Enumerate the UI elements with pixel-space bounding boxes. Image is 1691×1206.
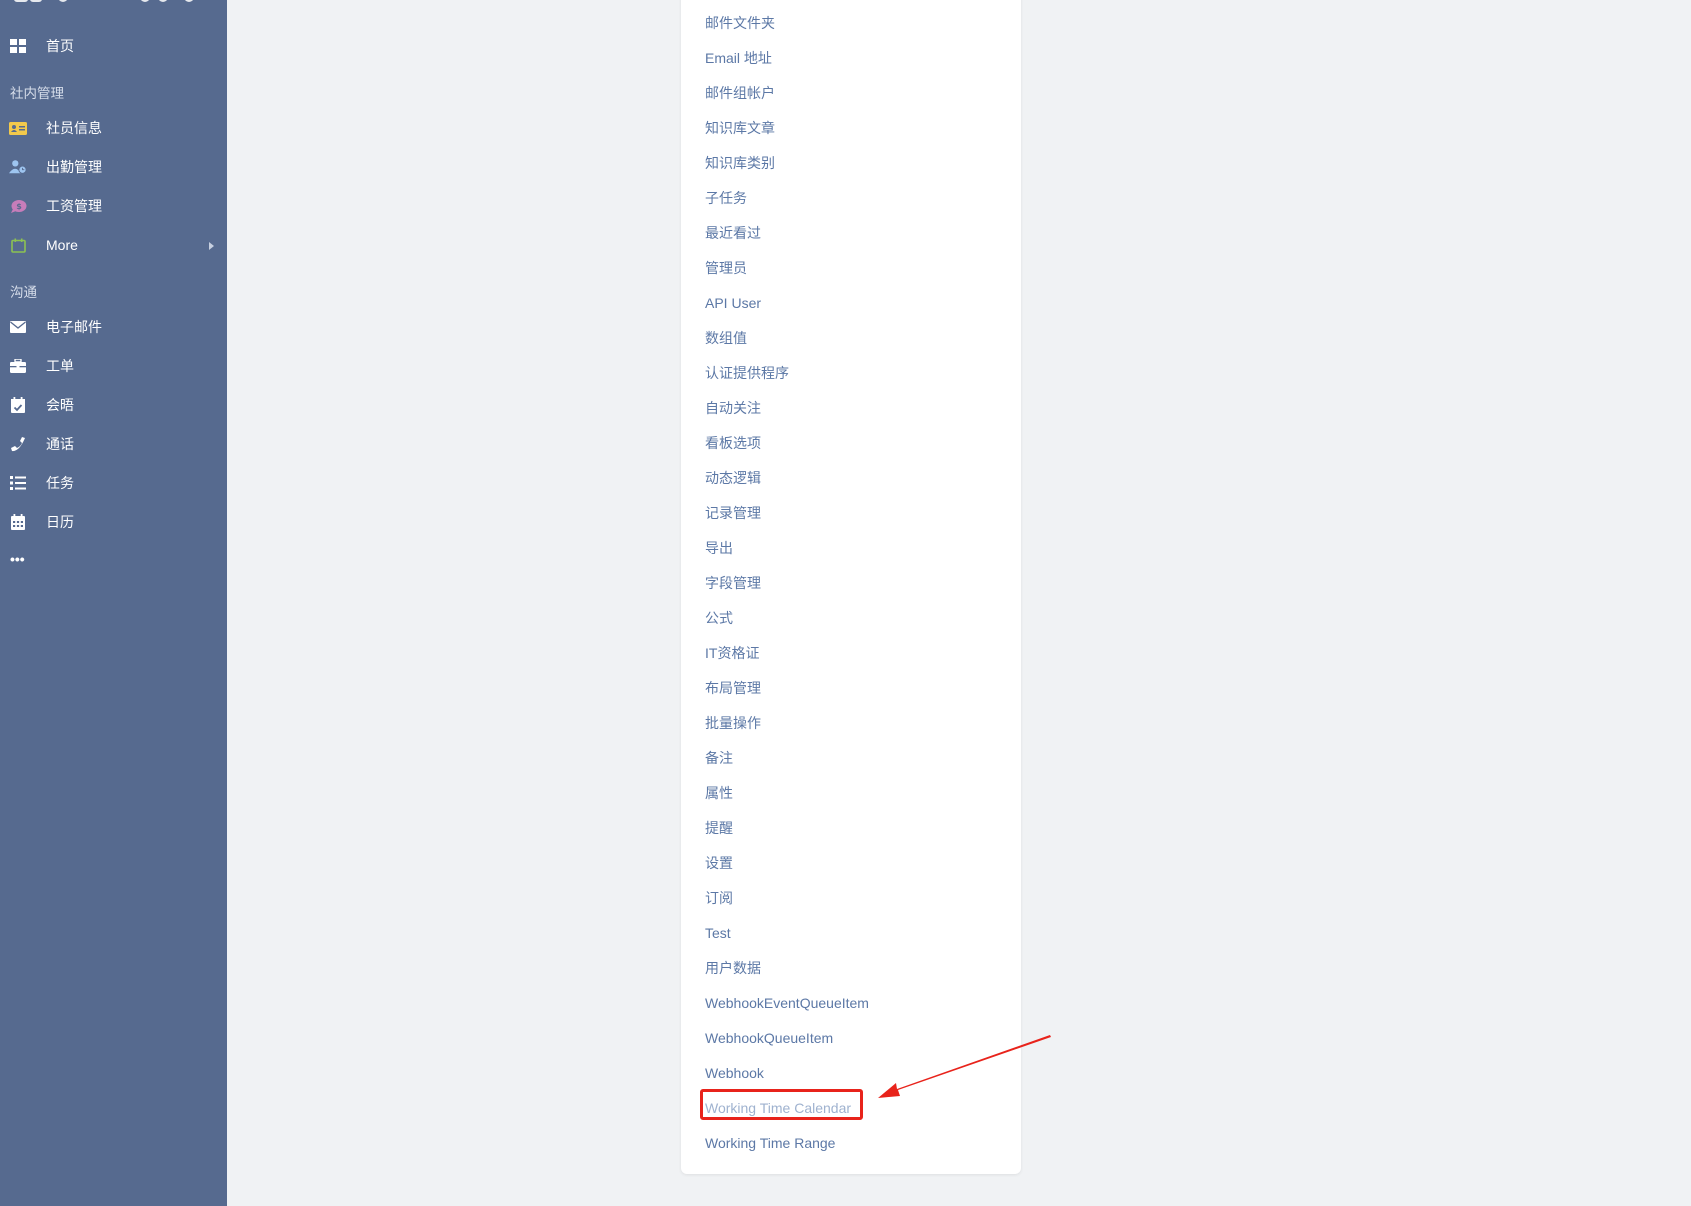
sidebar-item-label: 通话: [46, 436, 74, 452]
entity-link[interactable]: 认证提供程序: [705, 364, 789, 382]
entity-link[interactable]: 记录管理: [705, 504, 761, 522]
briefcase-icon: [9, 357, 27, 375]
entity-link[interactable]: 看板选项: [705, 434, 761, 452]
entity-link[interactable]: WebhookQueueItem: [705, 1029, 833, 1047]
entity-link[interactable]: Webhook: [705, 1064, 764, 1082]
section-label-communication: 沟通: [10, 285, 37, 300]
logo-dot-icon: [184, 0, 194, 2]
entity-link[interactable]: 批量操作: [705, 714, 761, 732]
calendar-outline-icon: [9, 236, 27, 254]
sidebar-item-more[interactable]: More: [0, 227, 227, 263]
calendar-grid-icon: [9, 513, 27, 531]
money-bubble-icon: $: [9, 197, 27, 215]
calendar-check-icon: [9, 396, 27, 414]
sidebar-item-calendar[interactable]: 日历: [0, 504, 227, 540]
logo-icon: [30, 0, 42, 2]
entity-link[interactable]: 字段管理: [705, 574, 761, 592]
entity-link[interactable]: 布局管理: [705, 679, 761, 697]
entity-link[interactable]: 邮件组帐户: [705, 84, 775, 102]
sidebar-item-member-info[interactable]: 社员信息: [0, 110, 227, 146]
entity-link[interactable]: 管理员: [705, 259, 747, 277]
entity-link[interactable]: 订阅: [705, 889, 733, 907]
entity-link[interactable]: 最近看过: [705, 224, 761, 242]
entity-link[interactable]: 导出: [705, 539, 733, 557]
envelope-icon: [9, 318, 27, 336]
entity-link[interactable]: 邮件文件夹: [705, 14, 775, 32]
sidebar-item-label: 任务: [46, 475, 74, 491]
sidebar-item-label: 工资管理: [46, 198, 102, 214]
entity-link[interactable]: 备注: [705, 749, 733, 767]
entity-link[interactable]: API User: [705, 294, 761, 312]
entity-link[interactable]: 自动关注: [705, 399, 761, 417]
entity-link[interactable]: WebhookEventQueueItem: [705, 994, 869, 1012]
entity-link[interactable]: 知识库类别: [705, 154, 775, 172]
sidebar-item-payroll[interactable]: $ 工资管理: [0, 188, 227, 224]
entity-link[interactable]: 子任务: [705, 189, 747, 207]
sidebar-item-attendance[interactable]: 出勤管理: [0, 149, 227, 185]
sidebar: 首页 社内管理 社员信息 出勤管理 $ 工资管理 More 沟通 电子邮件 工单…: [0, 0, 227, 1206]
logo-dot-icon: [140, 0, 150, 2]
entity-link[interactable]: 知识库文章: [705, 119, 775, 137]
dashboard-grid-icon: [9, 37, 27, 55]
sidebar-item-label: 出勤管理: [46, 159, 102, 175]
sidebar-item-label: 日历: [46, 514, 74, 530]
logo-strip: [0, 0, 227, 4]
user-clock-icon: [9, 158, 27, 176]
entity-link[interactable]: 属性: [705, 784, 733, 802]
logo-dot-icon: [158, 0, 168, 2]
entity-link[interactable]: IT资格证: [705, 644, 759, 662]
entity-link[interactable]: Test: [705, 924, 731, 942]
entity-link[interactable]: 数组值: [705, 329, 747, 347]
sidebar-item-label: 电子邮件: [46, 319, 102, 335]
task-list-icon: [9, 474, 27, 492]
sidebar-item-label: 社员信息: [46, 120, 102, 136]
annotation-highlight-box: [700, 1089, 863, 1120]
entity-link[interactable]: 设置: [705, 854, 733, 872]
caret-right-icon: [209, 242, 214, 250]
sidebar-item-home[interactable]: 首页: [0, 28, 227, 64]
sidebar-item-email[interactable]: 电子邮件: [0, 309, 227, 345]
sidebar-item-label: 首页: [46, 38, 74, 54]
logo-icon: [14, 0, 28, 2]
entity-list-panel: 邮件文件夹 Email 地址 邮件组帐户 知识库文章 知识库类别 子任务 最近看…: [681, 0, 1021, 1174]
logo-dot-icon: [58, 0, 68, 2]
entity-link[interactable]: 提醒: [705, 819, 733, 837]
phone-icon: [9, 435, 27, 453]
more-dots-icon[interactable]: •••: [10, 552, 25, 566]
entity-link[interactable]: Working Time Range: [705, 1134, 835, 1152]
section-label-internal: 社内管理: [10, 86, 64, 101]
svg-text:$: $: [16, 202, 22, 211]
entity-link[interactable]: Email 地址: [705, 49, 772, 67]
entity-link[interactable]: 动态逻辑: [705, 469, 761, 487]
sidebar-item-label: 工单: [46, 358, 74, 374]
entity-link[interactable]: 用户数据: [705, 959, 761, 977]
sidebar-item-call[interactable]: 通话: [0, 426, 227, 462]
entity-link[interactable]: 公式: [705, 609, 733, 627]
id-card-icon: [9, 119, 27, 137]
sidebar-item-label: 会晤: [46, 397, 74, 413]
sidebar-item-ticket[interactable]: 工单: [0, 348, 227, 384]
sidebar-item-task[interactable]: 任务: [0, 465, 227, 501]
sidebar-item-meeting[interactable]: 会晤: [0, 387, 227, 423]
sidebar-item-label: More: [46, 237, 78, 253]
